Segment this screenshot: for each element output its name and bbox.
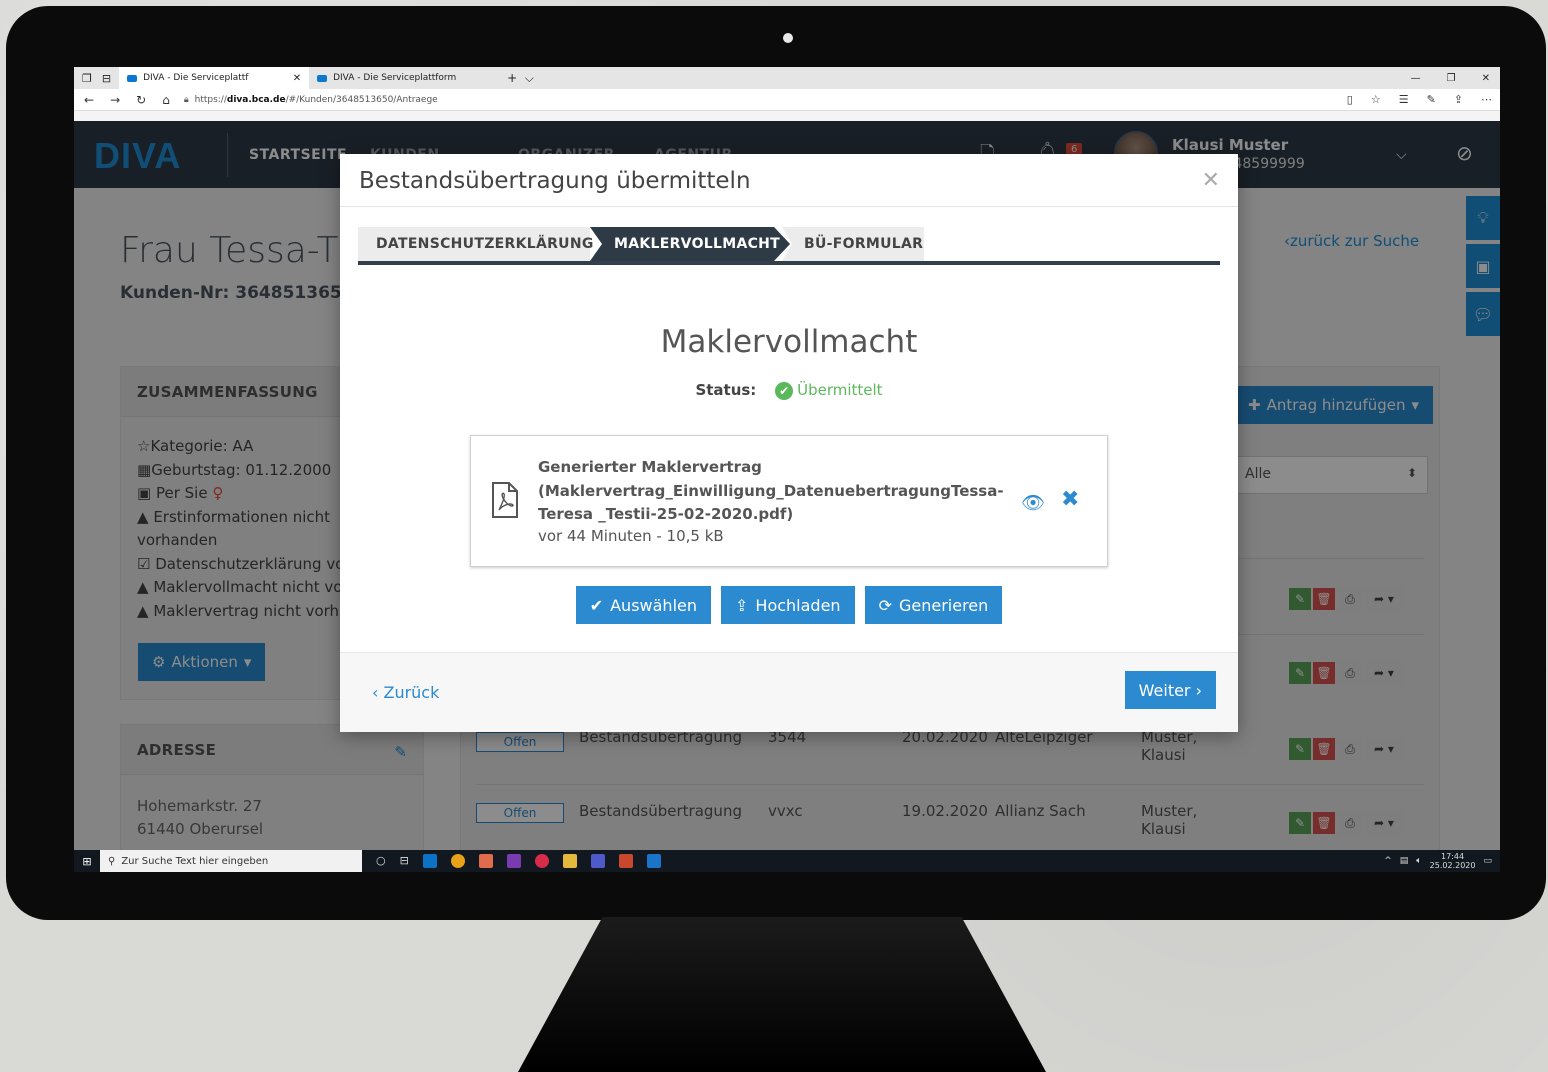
- home-icon[interactable]: ⌂: [162, 93, 170, 107]
- powerpoint-icon[interactable]: [618, 854, 633, 868]
- tray-chevron-icon[interactable]: ^: [1384, 856, 1392, 866]
- reading-view-icon[interactable]: ▯: [1347, 93, 1353, 106]
- taskbar-apps: ○ ⊟: [362, 854, 661, 868]
- status-value: ✔ Übermittelt: [775, 381, 883, 400]
- new-tab-icon[interactable]: + ⌵: [499, 71, 542, 86]
- url-path: /#/Kunden/3648513650/Antraege: [285, 94, 438, 105]
- explorer-icon[interactable]: [562, 854, 577, 868]
- url-prefix: https://: [194, 94, 227, 105]
- windows-taskbar: ⊞ ⚲ Zur Suche Text hier eingeben ○ ⊟ ^ ▤…: [74, 850, 1500, 872]
- onenote-icon[interactable]: [506, 854, 521, 868]
- remove-x-icon[interactable]: ✖: [1061, 487, 1079, 512]
- cortana-icon[interactable]: ○: [376, 854, 386, 868]
- notification-center-icon[interactable]: ▭: [1483, 856, 1492, 866]
- restore-icon[interactable]: ❐: [1447, 73, 1456, 84]
- pen-icon[interactable]: ✎: [1427, 93, 1436, 106]
- chevron-left-icon: ‹: [372, 683, 384, 702]
- lock-icon: 🔒︎: [183, 94, 189, 105]
- status-line: Status: ✔ Übermittelt: [340, 381, 1238, 400]
- status-label: Status:: [695, 381, 757, 399]
- favicon-icon: [317, 74, 328, 82]
- url-field[interactable]: 🔒︎ https://diva.bca.de/#/Kunden/36485136…: [180, 92, 1347, 108]
- file-meta: vor 44 Minuten - 10,5 kB: [538, 527, 724, 545]
- checkmark-icon: ✔: [589, 595, 604, 615]
- upload-button[interactable]: ⇪ Hochladen: [721, 586, 855, 624]
- back-arrow-icon[interactable]: ←: [84, 93, 94, 107]
- refresh-icon: ⟳: [878, 595, 892, 615]
- close-icon[interactable]: ✕: [1202, 168, 1220, 193]
- generated-file-card: Generierter Maklervertrag (Maklervertrag…: [470, 435, 1108, 567]
- check-circle-icon: ✔: [775, 382, 794, 400]
- teams-icon[interactable]: [590, 854, 605, 868]
- browser-tabbar: ❐ ⊟ DIVA - Die Serviceplattf ✕ DIVA - Di…: [74, 67, 1500, 89]
- tab-aside-icon[interactable]: ⊟: [102, 72, 111, 85]
- select-button[interactable]: ✔ Auswählen: [575, 586, 711, 624]
- tab-label: DIVA - Die Serviceplattf: [143, 73, 249, 83]
- browser-addressbar: ← → ↻ ⌂ 🔒︎ https://diva.bca.de/#/Kunden/…: [74, 89, 1500, 111]
- divider: [340, 206, 1238, 207]
- file-title: Generierter Maklervertrag (Maklervertrag…: [538, 458, 1004, 523]
- clock[interactable]: 17:44 25.02.2020: [1430, 852, 1476, 870]
- monitor-bezel: ❐ ⊟ DIVA - Die Serviceplattf ✕ DIVA - Di…: [6, 6, 1546, 920]
- address-actions: ▯ ☆ ☰ ✎ ⇪ ⋯: [1347, 93, 1500, 106]
- volume-icon[interactable]: 🔈︎: [1416, 856, 1421, 866]
- browser-tab-2[interactable]: DIVA - Die Serviceplattform: [309, 67, 499, 89]
- forward-arrow-icon[interactable]: →: [110, 93, 120, 107]
- bca-icon[interactable]: [534, 854, 549, 868]
- minimize-icon[interactable]: —: [1411, 73, 1421, 84]
- window-controls: — ❐ ✕: [1411, 73, 1500, 84]
- taskbar-search[interactable]: ⚲ Zur Suche Text hier eingeben: [100, 850, 362, 872]
- step-datenschutzerklaerung[interactable]: DATENSCHUTZERKLÄRUNG: [358, 227, 593, 261]
- screen: ❐ ⊟ DIVA - Die Serviceplattf ✕ DIVA - Di…: [74, 67, 1500, 872]
- upload-icon: ⇪: [735, 595, 749, 615]
- monitor-stand: [518, 917, 1046, 1072]
- tab-label: DIVA - Die Serviceplattform: [333, 73, 457, 83]
- modal-title: Bestandsübertragung übermitteln: [359, 168, 751, 194]
- favorites-list-icon[interactable]: ☰: [1399, 93, 1409, 106]
- tab-close-icon[interactable]: ✕: [293, 73, 301, 84]
- refresh-icon[interactable]: ↻: [136, 93, 146, 107]
- task-view-icon[interactable]: ⊟: [400, 854, 409, 868]
- step-maklervollmacht[interactable]: MAKLERVOLLMACHT: [590, 227, 790, 261]
- more-icon[interactable]: ⋯: [1481, 93, 1492, 106]
- favicon-icon: [127, 74, 138, 82]
- asana-icon[interactable]: [478, 854, 493, 868]
- windows-start-icon[interactable]: ⊞: [74, 855, 100, 868]
- system-tray: ^ ▤ 🔈︎ 17:44 25.02.2020 ▭: [1384, 852, 1500, 870]
- pdf-file-icon: [492, 482, 518, 518]
- chrome-icon[interactable]: [450, 854, 465, 868]
- eye-icon[interactable]: 👁︎: [1021, 491, 1045, 514]
- outlook-icon[interactable]: [422, 854, 437, 868]
- transfer-modal: Bestandsübertragung übermitteln ✕ DATENS…: [340, 154, 1238, 732]
- network-icon[interactable]: ▤: [1400, 856, 1409, 866]
- generate-button[interactable]: ⟳ Generieren: [864, 586, 1003, 624]
- file-action-buttons: ✔ Auswählen ⇪ Hochladen ⟳ Generieren: [340, 586, 1238, 624]
- step-heading: Maklervollmacht: [660, 324, 918, 360]
- favorite-star-icon[interactable]: ☆: [1371, 93, 1381, 106]
- chevron-right-icon: ›: [1190, 680, 1202, 700]
- nav-buttons: ← → ↻ ⌂: [74, 93, 180, 107]
- share-icon[interactable]: ⇪: [1454, 93, 1463, 106]
- back-link[interactable]: ‹ Zurück: [372, 683, 439, 702]
- window-close-icon[interactable]: ✕: [1482, 73, 1490, 84]
- monitor-camera: [783, 33, 793, 43]
- wizard-steps: DATENSCHUTZERKLÄRUNG BÜ-FORMULAR MAKLERV…: [358, 227, 1220, 265]
- step-bue-formular[interactable]: BÜ-FORMULAR: [782, 227, 924, 261]
- edge-icon[interactable]: [646, 854, 661, 868]
- browser-tab-1[interactable]: DIVA - Die Serviceplattf ✕: [119, 67, 310, 89]
- tab-preview-icon[interactable]: ❐: [82, 72, 92, 85]
- next-button[interactable]: Weiter ›: [1124, 671, 1216, 709]
- modal-footer: ‹ Zurück Weiter ›: [340, 652, 1238, 732]
- search-icon: ⚲: [108, 855, 116, 867]
- tab-actions: ❐ ⊟: [74, 72, 119, 85]
- url-domain: diva.bca.de: [226, 94, 286, 105]
